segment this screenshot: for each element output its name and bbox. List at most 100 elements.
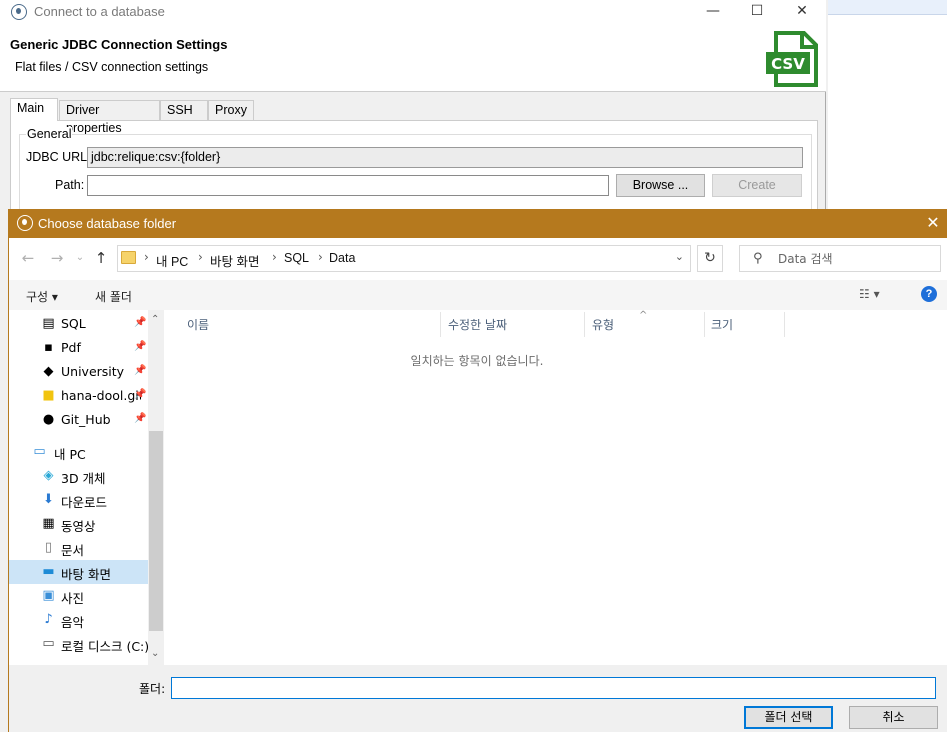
pin-icon[interactable]: 📌 [134,413,146,424]
column-header-size[interactable]: 크기 [711,316,733,333]
tab-driver-properties[interactable]: Driver properties [59,100,160,135]
folder-label: 폴더: [139,682,166,696]
nav-item-label: University [61,364,125,379]
nav-item-label: 사진 [61,591,85,606]
nav-item-label: 3D 개체 [61,471,106,486]
breadcrumb-data[interactable]: Data [329,251,355,265]
settings-title: Generic JDBC Connection Settings [10,37,228,52]
nav-item-videos[interactable]: ▦ 동영상 [9,512,148,536]
nav-item-3d-objects[interactable]: ◈ 3D 개체 [9,464,148,488]
nav-item-documents[interactable]: ▯ 문서 [9,536,148,560]
nav-item-downloads[interactable]: ⬇ 다운로드 [9,488,148,512]
chooser-title: Choose database folder [38,216,177,231]
jdbc-url-field[interactable]: jdbc:relique:csv:{folder} [87,147,803,168]
create-button[interactable]: Create [712,174,802,197]
search-box[interactable]: ⚲ [739,245,941,272]
select-folder-button[interactable]: 폴더 선택 [744,706,833,729]
search-icon: ⚲ [753,251,763,266]
close-button[interactable]: ✕ [918,209,947,238]
folder-name-input[interactable] [171,677,936,699]
nav-item-label: hana-dool.github.io [61,388,141,403]
nav-item-local-disk[interactable]: ▭ 로컬 디스크 (C:) [9,632,149,656]
connect-dialog: Connect to a database — ☐ ✕ Generic JDBC… [0,0,826,214]
document-icon: ▪ [44,340,53,355]
column-header-name[interactable]: 이름 [187,316,209,333]
nav-item-label: 다운로드 [61,495,108,510]
csv-file-icon: CSV [766,31,818,87]
breadcrumb-this-pc[interactable]: 내 PC [156,251,188,270]
view-options-icon[interactable]: ☷ ▾ [859,287,880,301]
pin-icon[interactable]: 📌 [134,341,146,352]
scrollbar-thumb[interactable] [149,431,163,631]
connect-title: Connect to a database [34,4,165,19]
nav-item-label: 로컬 디스크 (C:) [61,639,149,654]
nav-item-label: SQL [61,316,86,331]
browse-button[interactable]: Browse ... [616,174,705,197]
scroll-up-icon[interactable]: ⌃ [151,314,159,325]
maximize-button[interactable]: ☐ [734,0,780,24]
recent-chevron-icon[interactable]: ⌄ [70,247,90,269]
column-divider[interactable] [704,312,705,337]
empty-folder-message: 일치하는 항목이 없습니다. [410,354,544,368]
column-header-type[interactable]: 유형 [592,316,614,333]
graduation-cap-icon: ◆ [43,364,54,379]
tab-main[interactable]: Main [10,98,58,121]
organize-menu[interactable]: 구성 ▾ [26,288,58,305]
general-group-label: General [26,127,73,141]
column-header-date-modified[interactable]: 수정한 날짜 [448,316,507,333]
search-input[interactable] [778,249,933,268]
minimize-button[interactable]: — [690,0,736,24]
cancel-button[interactable]: 취소 [849,706,938,729]
scroll-down-icon[interactable]: ⌄ [151,648,159,659]
nav-item-label: Pdf [61,340,81,355]
nav-item-git-hub[interactable]: ● Git_Hub 📌 [9,408,148,432]
breadcrumb-desktop[interactable]: 바탕 화면 [210,251,259,270]
database-icon: ▤ [42,316,55,331]
command-bar: 구성 ▾ 새 폴더 ☷ ▾ ? [9,280,947,310]
column-divider[interactable] [784,312,785,337]
column-divider[interactable] [440,312,441,337]
breadcrumb-separator: › [144,250,149,264]
connect-header: Generic JDBC Connection Settings Flat fi… [0,24,826,92]
breadcrumb-separator: › [272,250,277,264]
nav-item-pdf[interactable]: ▪ Pdf 📌 [9,336,148,360]
breadcrumb-sql[interactable]: SQL [284,251,309,265]
nav-scrollbar[interactable]: ⌃ ⌄ [148,310,164,665]
nav-item-label: 문서 [61,543,85,558]
new-folder-button[interactable]: 새 폴더 [95,288,132,305]
jdbc-url-label: JDBC URL: [26,150,91,164]
computer-icon: ▭ [33,444,46,459]
navigation-pane: ▤ SQL 📌 ▪ Pdf 📌 ◆ University 📌 ■ hana-do… [9,310,164,665]
forward-arrow-icon[interactable]: → [47,247,67,269]
pin-icon[interactable]: 📌 [134,317,146,328]
column-divider[interactable] [584,312,585,337]
pin-icon[interactable]: 📌 [134,389,146,400]
help-icon[interactable]: ? [921,286,937,302]
refresh-icon[interactable]: ↻ [697,245,723,272]
path-field[interactable] [87,175,609,196]
nav-item-label: Git_Hub [61,412,111,427]
folder-icon [121,251,136,264]
nav-item-desktop[interactable]: ▬ 바탕 화면 [9,560,148,584]
chevron-down-icon[interactable]: ⌄ [675,250,684,263]
address-bar[interactable]: › 내 PC › 바탕 화면 › SQL › Data ⌄ [117,245,691,272]
nav-item-sql[interactable]: ▤ SQL 📌 [9,312,148,336]
nav-item-pictures[interactable]: ▣ 사진 [9,584,148,608]
background-panel [828,15,947,215]
nav-item-music[interactable]: ♪ 음악 [9,608,148,632]
download-icon: ⬇ [43,492,54,507]
nav-item-this-pc[interactable]: ▭ 내 PC [9,440,148,464]
up-arrow-icon[interactable]: ↑ [91,247,111,269]
tab-ssh[interactable]: SSH [160,100,208,120]
video-icon: ▦ [42,516,55,531]
music-icon: ♪ [44,612,53,627]
back-arrow-icon[interactable]: ← [18,247,38,269]
breadcrumb-separator: › [318,250,323,264]
tab-proxy[interactable]: Proxy [208,100,254,120]
pin-icon[interactable]: 📌 [134,365,146,376]
close-button[interactable]: ✕ [779,0,825,24]
cube-icon: ◈ [43,468,54,483]
nav-item-university[interactable]: ◆ University 📌 [9,360,148,384]
nav-item-hana-dool[interactable]: ■ hana-dool.github.io 📌 [9,384,148,408]
csv-logo-text: CSV [771,55,805,73]
